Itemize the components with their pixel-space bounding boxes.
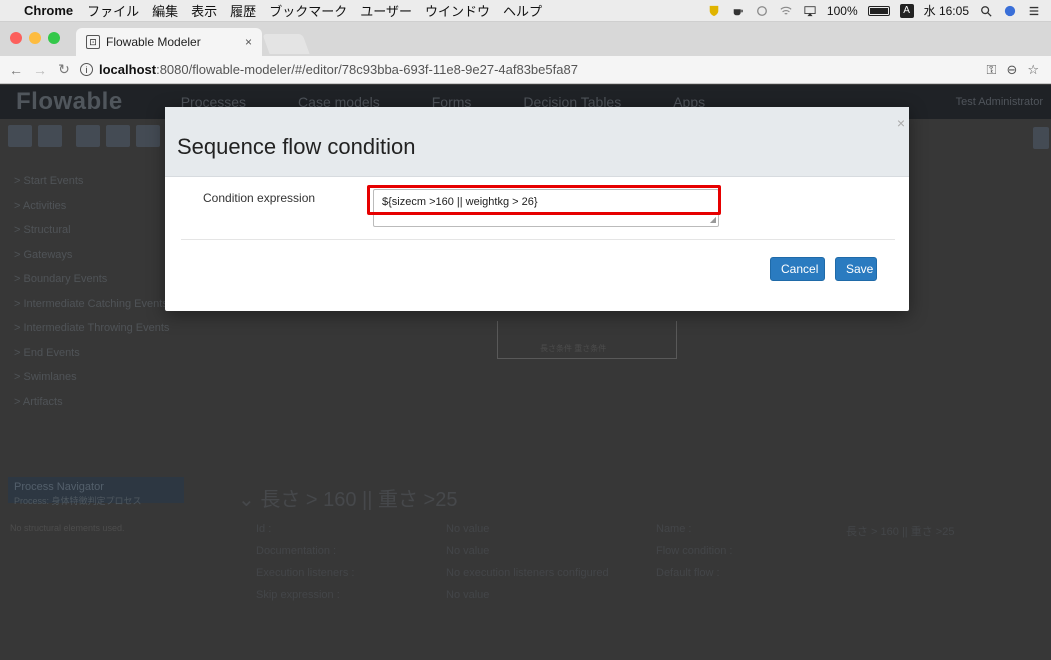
menubar-item-file[interactable]: ファイル: [87, 1, 139, 20]
modal-body: Condition expression ${sizecm >160 || we…: [165, 177, 909, 241]
site-info-icon[interactable]: i: [80, 63, 93, 76]
spotlight-search-icon[interactable]: [979, 5, 993, 17]
favicon-icon: ⊡: [86, 35, 100, 49]
menubar-app-name[interactable]: Chrome: [24, 3, 73, 18]
clock[interactable]: 水 16:05: [924, 2, 969, 19]
key-icon[interactable]: ⚿: [987, 62, 997, 78]
menubar-item-view[interactable]: 表示: [191, 1, 217, 20]
battery-percent: 100%: [826, 3, 858, 18]
forward-icon[interactable]: →: [32, 62, 48, 78]
url-path: :8080/flowable-modeler/#/editor/78c93bba…: [156, 62, 578, 77]
notification-center-icon[interactable]: [1027, 5, 1041, 17]
new-tab-button[interactable]: [262, 34, 310, 54]
coffee-icon[interactable]: [731, 5, 745, 17]
menubar-item-bookmarks[interactable]: ブックマーク: [269, 1, 347, 20]
reload-icon[interactable]: ↻: [56, 61, 72, 78]
airplay-icon[interactable]: [803, 5, 817, 17]
condition-expression-wrapper: ${sizecm >160 || weightkg > 26} ◢: [373, 189, 719, 227]
browser-tab-strip: ⊡ Flowable Modeler ×: [0, 22, 1051, 56]
url-input[interactable]: i localhost:8080/flowable-modeler/#/edit…: [80, 59, 979, 81]
siri-icon[interactable]: [1003, 5, 1017, 17]
close-window-button[interactable]: [10, 32, 22, 44]
back-icon[interactable]: ←: [8, 62, 24, 78]
shield-icon[interactable]: [707, 5, 721, 17]
zoom-icon[interactable]: ⊖: [1006, 62, 1017, 78]
tab-close-icon[interactable]: ×: [245, 35, 252, 49]
url-host: localhost: [99, 62, 157, 77]
cancel-button[interactable]: Cancel: [770, 257, 825, 281]
input-source-icon[interactable]: A: [899, 3, 914, 18]
sequence-flow-condition-dialog: Sequence flow condition × Condition expr…: [165, 107, 909, 311]
battery-icon[interactable]: [867, 5, 890, 16]
bookmark-star-icon[interactable]: ☆: [1027, 62, 1039, 78]
sync-icon[interactable]: [755, 5, 769, 17]
window-controls: [10, 32, 60, 44]
condition-expression-label: Condition expression: [203, 191, 316, 205]
menubar-item-window[interactable]: ウインドウ: [425, 1, 490, 20]
menubar-item-history[interactable]: 履歴: [230, 1, 256, 20]
save-button[interactable]: Save: [835, 257, 877, 281]
menubar-item-help[interactable]: ヘルプ: [503, 1, 542, 20]
modal-divider: [181, 239, 895, 240]
minimize-window-button[interactable]: [29, 32, 41, 44]
condition-expression-input[interactable]: ${sizecm >160 || weightkg > 26}: [374, 190, 718, 226]
browser-address-bar: ← → ↻ i localhost:8080/flowable-modeler/…: [0, 56, 1051, 84]
modal-header: Sequence flow condition ×: [165, 107, 909, 177]
tab-title: Flowable Modeler: [106, 35, 201, 49]
modal-title: Sequence flow condition: [177, 134, 416, 159]
browser-tab-active[interactable]: ⊡ Flowable Modeler ×: [76, 28, 262, 56]
close-icon[interactable]: ×: [897, 115, 905, 131]
menubar-item-edit[interactable]: 編集: [152, 1, 178, 20]
menubar-item-users[interactable]: ユーザー: [360, 1, 412, 20]
zoom-window-button[interactable]: [48, 32, 60, 44]
resize-handle-icon[interactable]: ◢: [710, 215, 716, 224]
macos-menubar: Chrome ファイル 編集 表示 履歴 ブックマーク ユーザー ウインドウ ヘ…: [0, 0, 1051, 22]
wifi-icon[interactable]: [779, 5, 793, 17]
